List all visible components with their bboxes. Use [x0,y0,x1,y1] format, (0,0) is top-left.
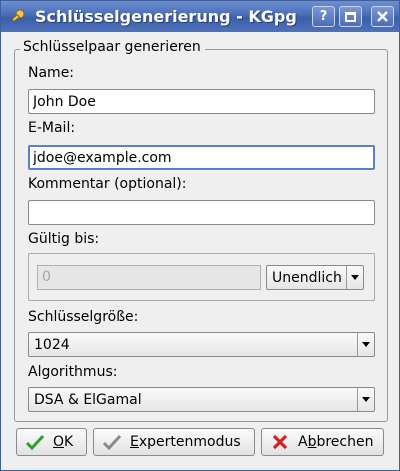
comment-label: Kommentar (optional): [28,176,187,192]
expert-mode-button[interactable]: Expertenmodus [93,428,255,456]
cancel-button[interactable]: Abbrechen [261,428,384,456]
checkmark-icon [25,432,45,452]
chevron-down-icon [346,266,363,289]
email-field[interactable] [28,145,375,170]
group-title: Schlüsselpaar generieren [20,39,205,55]
key-icon[interactable] [9,8,27,26]
title-bar[interactable]: Schlüsselgenerierung - KGpg ? [1,1,399,32]
chevron-down-icon [357,333,374,356]
email-label: E-Mail: [28,120,76,136]
keysize-label: Schlüsselgröße: [28,309,139,325]
name-field[interactable] [28,89,375,114]
algorithm-label: Algorithmus: [28,364,118,380]
expiry-unit-select[interactable]: Unendlich [266,265,364,290]
help-button[interactable]: ? [312,6,335,27]
ok-label: OK [53,434,74,450]
window-title: Schlüsselgenerierung - KGpg [35,7,297,26]
ok-button[interactable]: OK [16,428,87,456]
name-label: Name: [28,65,75,81]
cancel-label: Abbrechen [298,434,374,450]
expiry-label: Gültig bis: [28,231,100,247]
keysize-select[interactable]: 1024 [28,332,375,357]
maximize-button[interactable] [339,6,362,27]
maximize-icon [345,11,356,22]
chevron-down-icon [357,388,374,411]
expiry-number-field[interactable]: 0 [37,265,261,290]
checkmark-icon [102,432,122,452]
cross-icon [270,432,290,452]
expert-mode-label: Expertenmodus [130,434,241,450]
close-icon [377,11,388,22]
dialog-window: Schlüsselgenerierung - KGpg ? Schlüsselp… [0,0,400,471]
expiry-unit-value: Unendlich [272,269,342,286]
keysize-value: 1024 [34,336,70,353]
close-button[interactable] [371,6,394,27]
algorithm-select[interactable]: DSA & ElGamal [28,387,375,412]
comment-field[interactable] [28,200,375,225]
algorithm-value: DSA & ElGamal [34,391,142,408]
